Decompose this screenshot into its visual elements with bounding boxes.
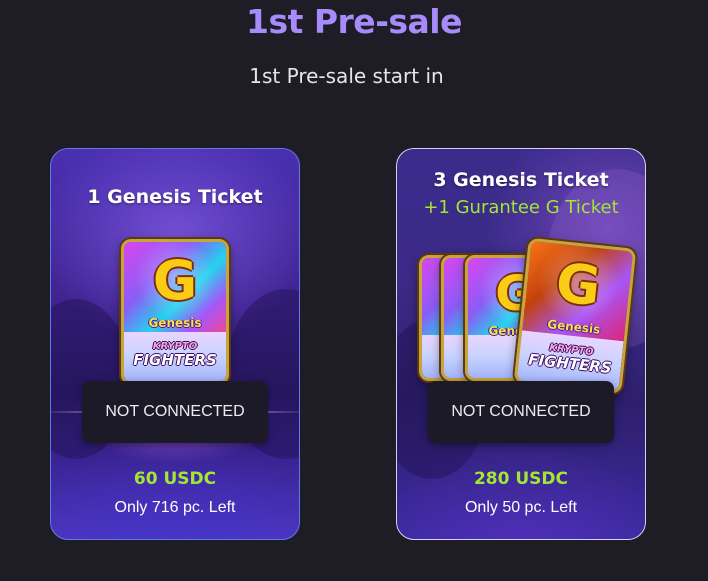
remaining-count: Only 716 pc. Left	[114, 499, 236, 516]
bonus-ticket-label: +1 Gurantee G Ticket	[423, 197, 619, 218]
ticket-price: 280 USDC	[473, 469, 569, 489]
page-title: 1st Pre-sale	[245, 2, 463, 41]
card-heading: 1 Genesis Ticket	[87, 186, 263, 208]
ticket-price: 60 USDC	[133, 469, 217, 489]
krypto-fighters-logo: KRYPTO FIGHTERS	[124, 341, 226, 369]
ticket-g-letter: G	[152, 249, 198, 312]
ticket-genesis-label: Genesis	[148, 316, 202, 330]
logo-line-2: FIGHTERS	[133, 350, 217, 369]
not-connected-button[interactable]: NOT CONNECTED	[82, 381, 268, 443]
guarantee-ticket-image: G Genesis KRYPTO FIGHTERS	[513, 237, 637, 395]
genesis-ticket-image: G Genesis KRYPTO FIGHTERS	[121, 239, 229, 385]
remaining-count: Only 50 pc. Left	[464, 499, 578, 516]
presale-page: 1st Pre-sale 1st Pre-sale start in 1 Gen…	[0, 0, 708, 581]
card-heading: 3 Genesis Ticket	[433, 169, 609, 191]
countdown-subtitle: 1st Pre-sale start in	[249, 64, 444, 88]
ticket-g-letter: G	[552, 251, 604, 319]
not-connected-button[interactable]: NOT CONNECTED	[428, 381, 614, 443]
ticket-card-single: 1 Genesis Ticket G Genesis KRYPTO FIGHTE…	[50, 148, 300, 540]
ticket-card-bundle: 3 Genesis Ticket +1 Gurantee G Ticket G …	[396, 148, 646, 540]
